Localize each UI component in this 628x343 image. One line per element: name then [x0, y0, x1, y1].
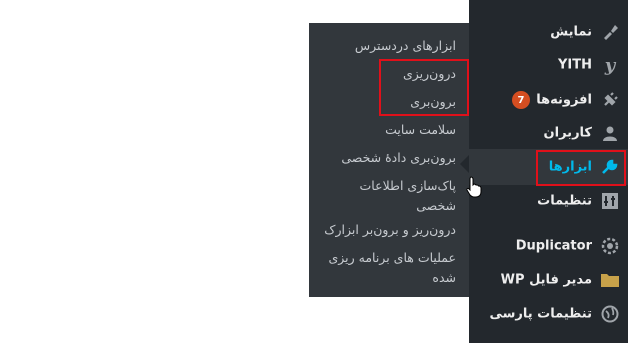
submenu-item-site-health[interactable]: سلامت سایت: [385, 122, 456, 137]
yith-logo-icon: y: [604, 54, 616, 76]
sidebar-item-appearance[interactable]: نمایش: [469, 17, 628, 47]
submenu-item-erase-personal-data[interactable]: پاک‌سازی اطلاعات شخصی: [326, 176, 456, 216]
submenu-item-scheduled-actions[interactable]: عملیات های برنامه ریزی شده: [326, 248, 456, 288]
settings-sliders-icon: [600, 191, 620, 211]
highlight-box-tools: [536, 150, 626, 186]
highlight-box-import-export: [379, 59, 469, 116]
paint-brush-icon: [600, 22, 620, 42]
plugin-icon: [600, 90, 620, 110]
update-count-badge: 7: [512, 91, 530, 109]
sidebar-item-settings[interactable]: تنظیمات: [469, 186, 628, 216]
sidebar-item-label: نمایش: [550, 24, 592, 40]
sidebar-item-label: کاربران: [543, 125, 592, 141]
sidebar-item-file-manager[interactable]: WP مدیر فایل: [469, 265, 628, 295]
submenu-item-export-personal-data[interactable]: برون‌بری دادهٔ شخصی: [341, 150, 456, 165]
sidebar-item-label: Duplicator: [515, 238, 592, 254]
sidebar-item-label: تنظیمات: [537, 193, 592, 209]
submenu-pointer: [460, 155, 469, 173]
submenu-item-available-tools[interactable]: ابزارهای دردسترس: [355, 38, 456, 53]
sidebar-item-duplicator[interactable]: Duplicator: [469, 231, 628, 261]
sidebar-item-plugins[interactable]: افزونه‌ها 7: [469, 85, 628, 115]
sidebar-item-label: YITH: [558, 57, 592, 73]
sidebar-item-yith[interactable]: YITH y: [469, 50, 628, 80]
submenu-item-widget-import-export[interactable]: درون‌ریز و برون‌بر ابزارک: [324, 222, 456, 237]
sidebar-item-label: تنظیمات پارسی: [489, 306, 592, 322]
sidebar-item-label: WP مدیر فایل: [500, 272, 592, 288]
folder-icon: [600, 270, 620, 290]
duplicator-gear-icon: [600, 236, 620, 256]
sidebar-item-label: افزونه‌ها: [536, 92, 592, 108]
globe-icon: [600, 304, 620, 324]
sidebar-item-persian-settings[interactable]: تنظیمات پارسی: [469, 299, 628, 329]
sidebar-item-users[interactable]: کاربران: [469, 118, 628, 148]
user-icon: [600, 123, 620, 143]
hand-cursor-icon: [466, 176, 482, 202]
